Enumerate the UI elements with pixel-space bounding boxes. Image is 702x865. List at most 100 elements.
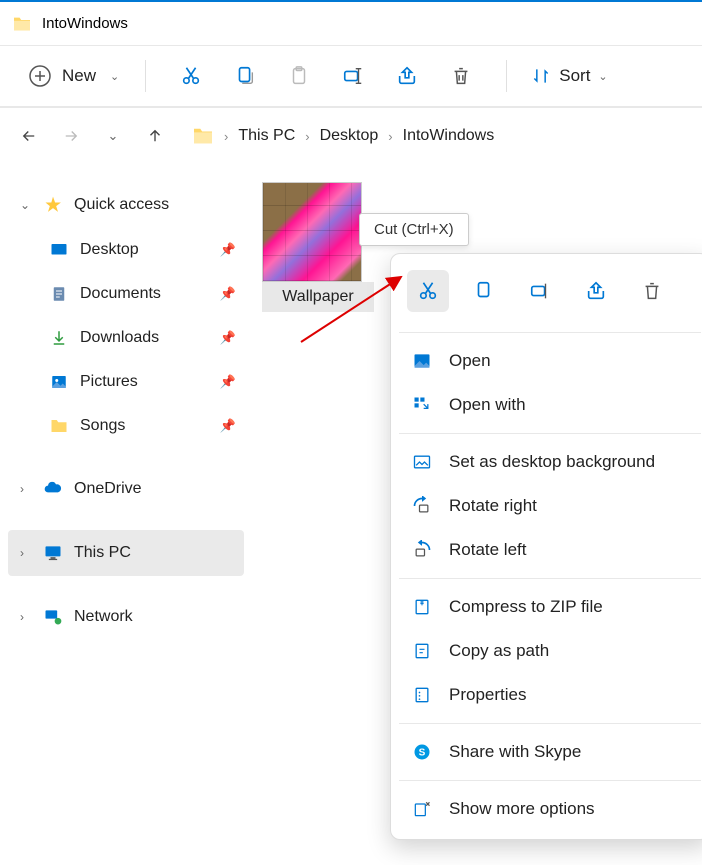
arrow-left-icon: [20, 127, 38, 145]
sidebar-item-documents[interactable]: Documents 📌: [40, 272, 244, 316]
sidebar-item-label: Downloads: [80, 329, 220, 347]
sidebar-thispc[interactable]: › This PC: [8, 530, 244, 576]
copy-icon: [234, 65, 256, 87]
tooltip: Cut (Ctrl+X): [359, 213, 469, 246]
scissors-icon: [417, 280, 439, 302]
sidebar-label: Network: [74, 608, 236, 626]
menu-copy-path[interactable]: Copy as path: [399, 629, 701, 673]
chevron-right-icon: ›: [20, 482, 34, 496]
cut-toolbar-button[interactable]: [164, 65, 218, 87]
pin-icon: 📌: [220, 242, 236, 258]
menu-separator: [399, 433, 701, 434]
rename-button[interactable]: [519, 270, 561, 312]
menu-separator: [399, 578, 701, 579]
open-with-icon: [411, 394, 433, 416]
breadcrumb-sep: ›: [224, 129, 228, 144]
file-item[interactable]: Wallpaper: [262, 182, 374, 312]
share-toolbar-button[interactable]: [380, 65, 434, 87]
toolbar-divider: [145, 60, 146, 92]
menu-properties[interactable]: Properties: [399, 673, 701, 717]
sort-button-label: Sort: [559, 66, 590, 86]
file-thumbnail: [262, 182, 362, 282]
sidebar-item-label: Documents: [80, 285, 220, 303]
titlebar: IntoWindows: [0, 2, 702, 46]
pin-icon: 📌: [220, 374, 236, 390]
sidebar-item-label: Desktop: [80, 241, 220, 259]
menu-label: Open with: [449, 395, 526, 415]
menu-rotate-left[interactable]: Rotate left: [399, 528, 701, 572]
sort-icon: [531, 66, 551, 86]
breadcrumb-item[interactable]: Desktop: [320, 127, 379, 145]
sidebar-label: OneDrive: [74, 480, 236, 498]
document-icon: [48, 283, 70, 305]
share-button[interactable]: [575, 270, 617, 312]
trash-icon: [450, 65, 472, 87]
chevron-down-icon: ⌄: [108, 128, 119, 144]
sort-button[interactable]: Sort ⌄: [531, 66, 607, 86]
pin-icon: 📌: [220, 418, 236, 434]
menu-label: Show more options: [449, 799, 595, 819]
sidebar-onedrive[interactable]: › OneDrive: [8, 466, 244, 512]
svg-text:S: S: [419, 747, 426, 758]
new-button-label: New: [62, 66, 96, 86]
properties-icon: [411, 684, 433, 706]
sidebar-quick-access[interactable]: ⌄ Quick access: [8, 182, 244, 228]
wallpaper-icon: [411, 451, 433, 473]
menu-label: Copy as path: [449, 641, 549, 661]
chevron-right-icon: ›: [20, 546, 34, 560]
pictures-icon: [48, 371, 70, 393]
scissors-icon: [180, 65, 202, 87]
menu-separator: [399, 780, 701, 781]
sidebar-item-desktop[interactable]: Desktop 📌: [40, 228, 244, 272]
menu-label: Rotate left: [449, 540, 527, 560]
toolbar: New ⌄ Sort ⌄: [0, 46, 702, 108]
share-icon: [396, 65, 418, 87]
sidebar-item-downloads[interactable]: Downloads 📌: [40, 316, 244, 360]
menu-set-background[interactable]: Set as desktop background: [399, 440, 701, 484]
forward-button[interactable]: [60, 125, 82, 147]
desktop-icon: [48, 239, 70, 261]
back-button[interactable]: [18, 125, 40, 147]
cloud-icon: [42, 478, 64, 500]
file-label: Wallpaper: [262, 282, 374, 312]
menu-open[interactable]: Open: [399, 339, 701, 383]
paste-toolbar-button[interactable]: [272, 65, 326, 87]
menu-share-skype[interactable]: S Share with Skype: [399, 730, 701, 774]
sidebar-label: Quick access: [74, 196, 236, 214]
breadcrumb-item[interactable]: IntoWindows: [403, 127, 495, 145]
menu-more-options[interactable]: Show more options: [399, 787, 701, 831]
delete-toolbar-button[interactable]: [434, 65, 488, 87]
rotate-left-icon: [411, 539, 433, 561]
chevron-right-icon: ›: [20, 610, 34, 624]
copy-toolbar-button[interactable]: [218, 65, 272, 87]
delete-button[interactable]: [631, 270, 673, 312]
copy-button[interactable]: [463, 270, 505, 312]
menu-rotate-right[interactable]: Rotate right: [399, 484, 701, 528]
cut-button[interactable]: [407, 270, 449, 312]
menu-compress[interactable]: Compress to ZIP file: [399, 585, 701, 629]
menu-label: Open: [449, 351, 491, 371]
sidebar-item-label: Pictures: [80, 373, 220, 391]
menu-open-with[interactable]: Open with: [399, 383, 701, 427]
rename-icon: [529, 280, 551, 302]
sidebar-network[interactable]: › Network: [8, 594, 244, 640]
rename-toolbar-button[interactable]: [326, 65, 380, 87]
sidebar-item-pictures[interactable]: Pictures 📌: [40, 360, 244, 404]
menu-separator: [399, 332, 701, 333]
pin-icon: 📌: [220, 286, 236, 302]
recent-button[interactable]: ⌄: [102, 125, 124, 147]
folder-icon: [12, 16, 32, 32]
breadcrumb[interactable]: › This PC › Desktop › IntoWindows: [192, 127, 494, 145]
up-button[interactable]: [144, 125, 166, 147]
breadcrumb-sep: ›: [388, 129, 392, 144]
share-icon: [585, 280, 607, 302]
sidebar-item-songs[interactable]: Songs 📌: [40, 404, 244, 448]
context-menu: Open Open with Set as desktop background…: [390, 253, 702, 840]
sidebar-item-label: Songs: [80, 417, 220, 435]
breadcrumb-sep: ›: [305, 129, 309, 144]
window-title: IntoWindows: [42, 15, 128, 32]
breadcrumb-item[interactable]: This PC: [238, 127, 295, 145]
chevron-down-icon: ⌄: [20, 198, 34, 212]
menu-label: Set as desktop background: [449, 452, 655, 472]
new-button[interactable]: New ⌄: [20, 58, 127, 94]
